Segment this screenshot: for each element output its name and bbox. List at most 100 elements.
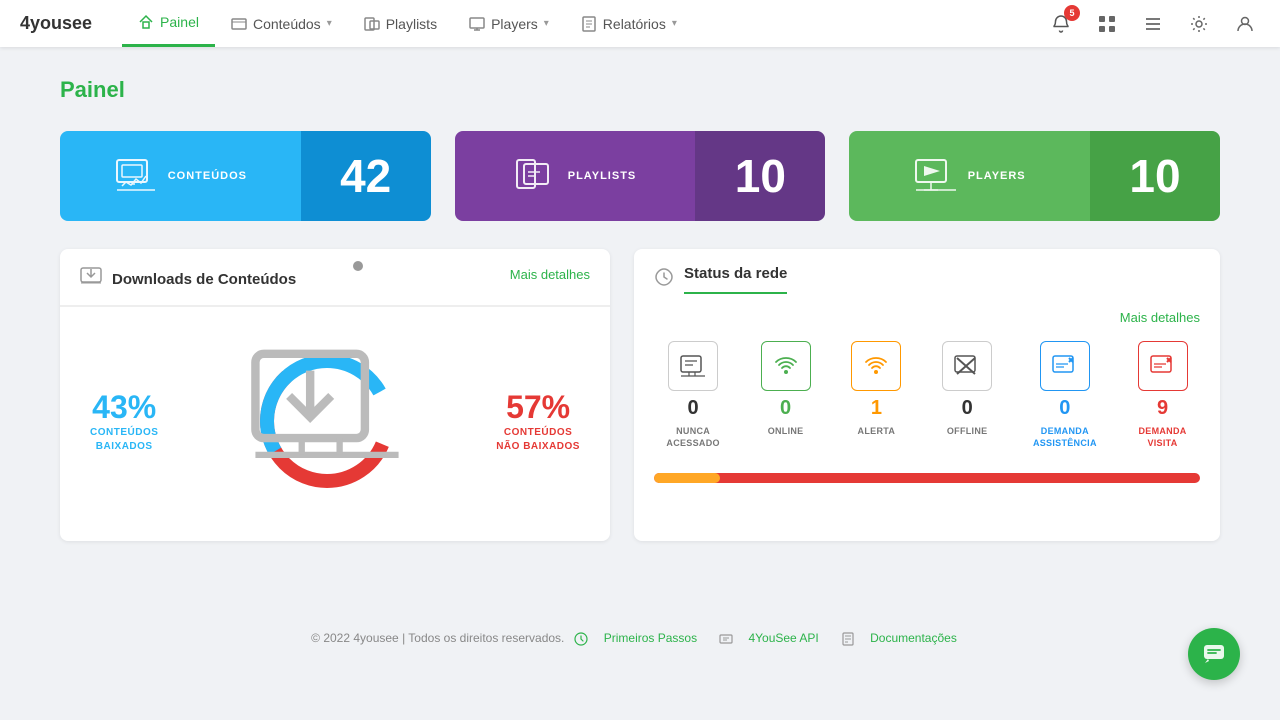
nav-item-conteudos[interactable]: Conteúdos ▾	[215, 0, 348, 47]
stat-card-players[interactable]: PLAYERS 10	[849, 131, 1220, 221]
alerta-count: 1	[871, 397, 882, 420]
footer-copyright: © 2022 4yousee | Todos os direitos reser…	[311, 631, 564, 645]
status-grid: 0 NUNCA ACESSADO	[654, 341, 1200, 449]
documentacoes-link[interactable]: Documentações	[870, 631, 957, 645]
downloads-more-details[interactable]: Mais detalhes	[510, 267, 590, 282]
status-item-offline: 0 OFFLINE	[942, 341, 992, 449]
status-item-nunca: 0 NUNCA ACESSADO	[666, 341, 719, 449]
stat-card-conteudos-label: CONTEÚDOS	[168, 170, 247, 182]
status-panel-header: Status da rede	[634, 249, 1220, 294]
demanda-visita-count: 9	[1157, 397, 1168, 420]
downloads-panel-title: Downloads de Conteúdos	[112, 271, 296, 288]
stat-card-conteudos[interactable]: CONTEÚDOS 42	[60, 131, 431, 221]
online-count: 0	[780, 397, 791, 420]
relatorios-caret: ▾	[672, 18, 677, 29]
conteudos-stat-icon	[114, 154, 158, 198]
stat-card-playlists-label: PLAYLISTS	[568, 170, 637, 182]
nav-item-players[interactable]: Players ▾	[453, 0, 565, 47]
nav-item-painel[interactable]: Painel	[122, 0, 215, 47]
nunca-icon-box	[668, 341, 718, 391]
nunca-label: NUNCA ACESSADO	[666, 426, 719, 449]
grid-button[interactable]	[1092, 9, 1122, 39]
playlists-icon	[364, 16, 380, 32]
demanda-assistencia-count: 0	[1059, 397, 1070, 420]
naobaixados-percent: 57%	[496, 389, 580, 426]
footer: © 2022 4yousee | Todos os direitos reser…	[0, 611, 1280, 666]
notifications-button[interactable]: 5	[1046, 9, 1076, 39]
stat-cards: CONTEÚDOS 42 PLAYLISTS 10	[60, 131, 1220, 221]
user-icon	[1236, 15, 1254, 33]
downloads-body: 43% CONTEÚDOS BAIXADOS	[60, 321, 610, 521]
status-item-demanda-assistencia: 0 DEMANDA ASSISTÊNCIA	[1033, 341, 1097, 449]
status-panel: Status da rede Mais detalhes	[634, 249, 1220, 541]
conteudos-caret: ▾	[327, 18, 332, 29]
status-more-details[interactable]: Mais detalhes	[654, 310, 1200, 325]
logo[interactable]: 4yousee	[20, 13, 92, 34]
online-icon-box	[761, 341, 811, 391]
status-panel-title: Status da rede	[684, 265, 787, 294]
stat-card-players-label: PLAYERS	[968, 170, 1026, 182]
status-body: Mais detalhes 0	[634, 294, 1220, 499]
doc-icon	[841, 632, 855, 646]
stat-card-playlists[interactable]: PLAYLISTS 10	[455, 131, 826, 221]
alerta-label: ALERTA	[858, 426, 896, 438]
logo-text: 4yousee	[20, 13, 92, 34]
demanda-visita-label: DEMANDA VISITA	[1138, 426, 1186, 449]
status-item-online: 0 ONLINE	[761, 341, 811, 449]
chat-icon	[1202, 642, 1226, 666]
stat-card-players-left: PLAYERS	[849, 131, 1090, 221]
players-stat-icon	[914, 154, 958, 198]
grid-icon	[1098, 15, 1116, 33]
status-panel-icon	[654, 267, 674, 293]
api-icon	[719, 632, 733, 646]
downloads-panel-icon	[80, 265, 102, 293]
donut-center-icon	[247, 337, 407, 505]
feed-icon	[1144, 15, 1162, 33]
offline-label: OFFLINE	[947, 426, 988, 438]
stat-card-conteudos-left: CONTEÚDOS	[60, 131, 301, 221]
notification-badge: 5	[1064, 5, 1080, 21]
feed-button[interactable]	[1138, 9, 1168, 39]
api-link[interactable]: 4YouSee API	[748, 631, 818, 645]
primeiros-passos-link[interactable]: Primeiros Passos	[604, 631, 697, 645]
status-item-demanda-visita: 9 DEMANDA VISITA	[1138, 341, 1188, 449]
stat-card-playlists-value: 10	[695, 131, 825, 221]
downloads-naobaixados-stat: 57% CONTEÚDOS NÃO BAIXADOS	[496, 389, 580, 454]
demanda-assistencia-label: DEMANDA ASSISTÊNCIA	[1033, 426, 1097, 449]
alerta-icon-box	[851, 341, 901, 391]
settings-button[interactable]	[1184, 9, 1214, 39]
painel-icon	[138, 14, 154, 30]
baixados-label: CONTEÚDOS BAIXADOS	[90, 426, 158, 454]
status-progress-bar	[654, 473, 1200, 483]
primeiros-passos-icon	[574, 632, 588, 646]
downloads-panel: Downloads de Conteúdos Mais detalhes 43%…	[60, 249, 610, 541]
donut-chart	[247, 341, 407, 501]
online-label: ONLINE	[768, 426, 804, 438]
panels-row: Downloads de Conteúdos Mais detalhes 43%…	[60, 249, 1220, 541]
gear-icon	[1190, 15, 1208, 33]
navbar: 4yousee Painel Conteúdos ▾ Playlists	[0, 0, 1280, 47]
stat-card-players-value: 10	[1090, 131, 1220, 221]
nav-item-relatorios[interactable]: Relatórios ▾	[565, 0, 693, 47]
conteudos-icon	[231, 16, 247, 32]
offline-count: 0	[962, 397, 973, 420]
user-button[interactable]	[1230, 9, 1260, 39]
nav-item-playlists[interactable]: Playlists	[348, 0, 453, 47]
naobaixados-label: CONTEÚDOS NÃO BAIXADOS	[496, 426, 580, 454]
demanda-assistencia-icon-box	[1040, 341, 1090, 391]
nav-items: Painel Conteúdos ▾ Playlists Players ▾	[122, 0, 1046, 47]
status-item-alerta: 1 ALERTA	[851, 341, 901, 449]
downloads-baixados-stat: 43% CONTEÚDOS BAIXADOS	[90, 389, 158, 454]
demanda-visita-icon-box	[1138, 341, 1188, 391]
relatorios-icon	[581, 16, 597, 32]
downloads-icon	[80, 265, 102, 287]
offline-icon-box	[942, 341, 992, 391]
main-content: Painel CONTEÚDOS 42	[0, 47, 1280, 571]
page-title: Painel	[60, 77, 1220, 103]
stat-card-conteudos-value: 42	[301, 131, 431, 221]
status-progress-fill	[654, 473, 720, 483]
baixados-percent: 43%	[90, 389, 158, 426]
nav-right: 5	[1046, 9, 1260, 39]
chat-fab[interactable]	[1188, 628, 1240, 680]
players-caret: ▾	[544, 18, 549, 29]
